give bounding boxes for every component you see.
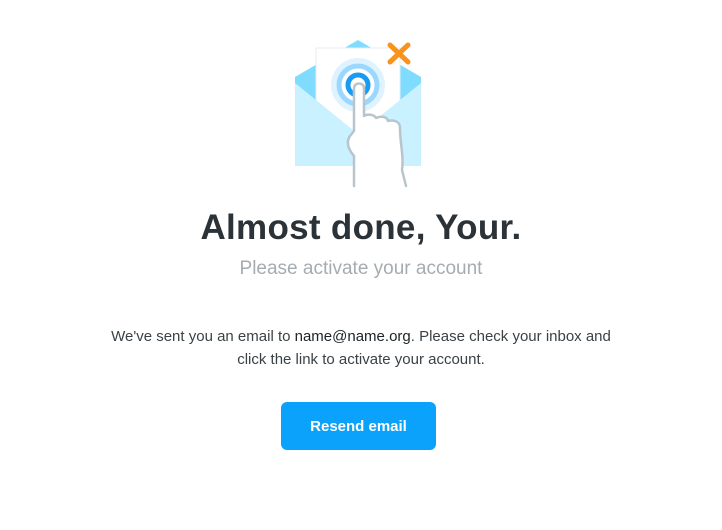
message-text-before: We've sent you an email to <box>111 328 295 345</box>
recipient-email: name@name.org <box>294 328 411 345</box>
resend-email-button[interactable]: Resend email <box>281 402 436 450</box>
page-title: Almost done, Your. <box>200 208 522 247</box>
page-subtitle: Please activate your account <box>239 258 483 279</box>
confirmation-message: We've sent you an email to name@name.org… <box>100 325 622 371</box>
envelope-touch-illustration <box>295 40 421 188</box>
